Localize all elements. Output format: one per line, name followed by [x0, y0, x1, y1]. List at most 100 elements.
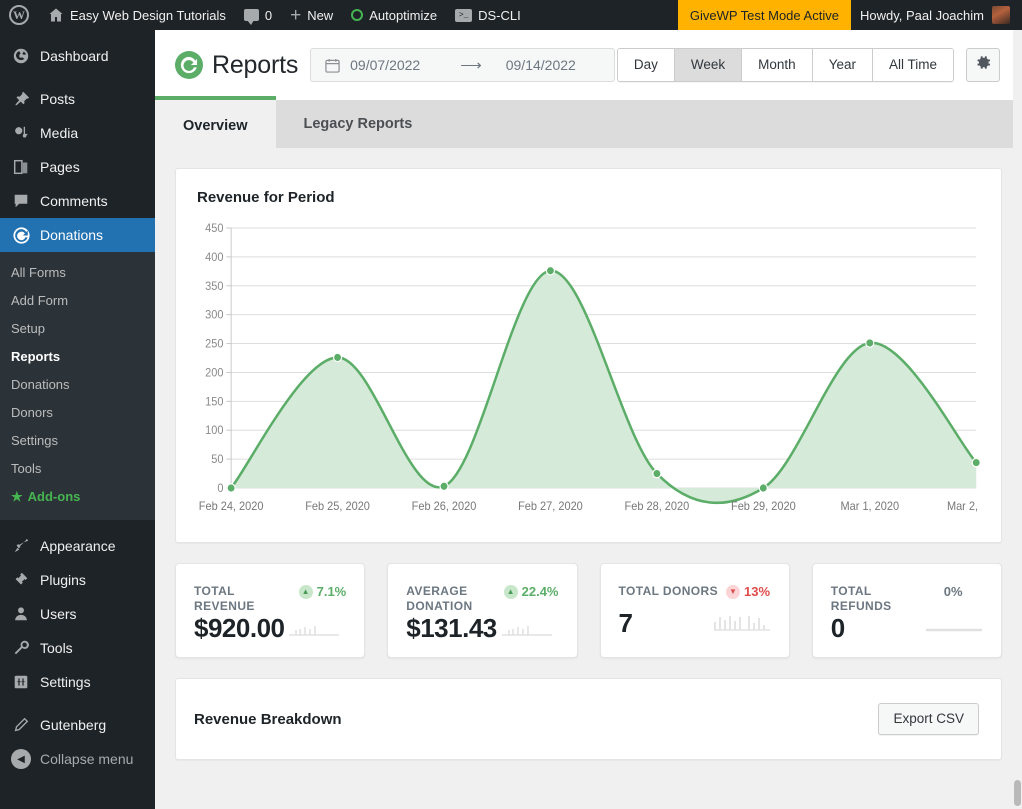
submenu-item-reports[interactable]: Reports	[0, 343, 155, 371]
range-button-year[interactable]: Year	[812, 49, 873, 81]
gear-icon	[975, 54, 992, 76]
stat-value: 7	[618, 608, 633, 638]
sidebar-item-appearance[interactable]: Appearance	[0, 529, 155, 563]
submenu-item-donors[interactable]: Donors	[0, 399, 155, 427]
stat-card-total-donors: TOTAL DONORS ▼ 13% 7	[599, 563, 790, 658]
tab-overview[interactable]: Overview	[155, 96, 276, 148]
stat-label: TOTAL REVENUE	[194, 584, 255, 613]
sidebar-item-donations[interactable]: Donations	[0, 218, 163, 252]
site-name-menu[interactable]: Easy Web Design Tutorials	[39, 0, 235, 30]
sidebar-item-comments[interactable]: Comments	[0, 184, 155, 218]
account-menu[interactable]: Howdy, Paal Joachim	[851, 0, 1022, 30]
date-end-value: 09/14/2022	[505, 57, 576, 73]
sidebar-item-label: Tools	[40, 640, 73, 656]
chart-ytick-label: 200	[205, 367, 223, 379]
chart-ytick-label: 150	[205, 396, 223, 408]
range-button-week[interactable]: Week	[674, 49, 743, 81]
stat-delta-value: 0%	[943, 584, 963, 599]
ds-cli-label: DS-CLI	[478, 7, 521, 23]
chart-ytick-label: 450	[205, 223, 223, 235]
revenue-chart[interactable]: 0 50 100 150 200 250 300 350 400 450 Feb 24, 2020 F…	[191, 218, 981, 528]
stat-bottom: 0	[831, 614, 983, 642]
new-content-menu[interactable]: + New	[281, 0, 342, 30]
submenu-item-all-forms[interactable]: All Forms	[0, 259, 155, 287]
submenu-item-donations[interactable]: Donations	[0, 371, 155, 399]
givewp-icon	[11, 225, 31, 245]
chart-data-point[interactable]	[226, 483, 236, 493]
chart-ytick-label: 100	[205, 425, 223, 437]
wordpress-logo-button[interactable]	[0, 0, 39, 30]
stat-head: TOTAL REVENUE ▲ 7.1%	[194, 584, 346, 614]
revenue-breakdown-card: Revenue Breakdown Export CSV	[175, 678, 1002, 760]
test-mode-badge[interactable]: GiveWP Test Mode Active	[677, 0, 851, 30]
submenu-item-setup[interactable]: Setup	[0, 315, 155, 343]
admin-bar-spacer	[530, 0, 678, 30]
sidebar-item-users[interactable]: Users	[0, 597, 155, 631]
stat-card-total-refunds: TOTAL REFUNDS 0% 0	[811, 563, 1002, 658]
chart-xtick-label: Feb 29, 2020	[731, 501, 796, 513]
tab-legacy-reports[interactable]: Legacy Reports	[275, 100, 441, 148]
comments-icon	[11, 191, 31, 211]
submenu-item-tools[interactable]: Tools	[0, 455, 155, 483]
sidebar-item-pages[interactable]: Pages	[0, 150, 155, 184]
chart-ytick-label: 400	[205, 252, 223, 264]
sidebar-item-dashboard[interactable]: Dashboard	[0, 39, 155, 73]
autoptimize-label: Autoptimize	[369, 7, 438, 23]
settings-gear-button[interactable]	[966, 48, 1000, 82]
sidebar-item-gutenberg[interactable]: Gutenberg	[0, 708, 155, 742]
ds-cli-menu[interactable]: >_ DS-CLI	[446, 0, 530, 30]
home-icon	[48, 7, 64, 23]
submenu-item-settings[interactable]: Settings	[0, 427, 155, 455]
scrollbar-thumb[interactable]	[1014, 780, 1021, 806]
terminal-icon: >_	[455, 8, 473, 22]
sparkline-total-refunds	[925, 621, 983, 642]
chart-data-point[interactable]	[865, 338, 875, 348]
autoptimize-menu[interactable]: Autoptimize	[342, 0, 446, 30]
collapse-menu-button[interactable]: ◀ Collapse menu	[0, 742, 155, 776]
chart-data-point[interactable]	[758, 483, 768, 493]
sidebar-item-posts[interactable]: Posts	[0, 82, 155, 116]
stat-card-total-revenue: TOTAL REVENUE ▲ 7.1% $920.00	[175, 563, 366, 658]
page-scrollbar[interactable]	[1013, 30, 1022, 809]
chart-xtick-label: Mar 1, 2020	[840, 501, 899, 513]
chart-xtick-label: Feb 27, 2020	[518, 501, 583, 513]
chart-data-point[interactable]	[971, 457, 981, 468]
sidebar-item-label: Users	[40, 606, 77, 622]
sidebar-item-label: Gutenberg	[40, 717, 107, 733]
sidebar-item-tools[interactable]: Tools	[0, 631, 155, 665]
wordpress-icon	[9, 5, 29, 25]
sidebar-item-settings[interactable]: Settings	[0, 665, 155, 699]
date-start-value: 09/07/2022	[350, 57, 421, 73]
dashboard-icon	[11, 46, 31, 66]
main-content: Reports 09/07/2022 ⟶ 09/14/2022 Day Week…	[155, 30, 1022, 809]
stat-delta-value: 22.4%	[521, 584, 559, 599]
sidebar-item-media[interactable]: Media	[0, 116, 155, 150]
appearance-icon	[11, 536, 31, 556]
chart-data-point[interactable]	[545, 265, 556, 276]
plus-icon: +	[290, 4, 302, 26]
range-button-day[interactable]: Day	[617, 49, 675, 81]
revenue-breakdown-title: Revenue Breakdown	[194, 710, 342, 728]
chart-data-point[interactable]	[332, 352, 343, 363]
chart-ytick-label: 300	[205, 309, 223, 321]
pages-icon	[11, 157, 31, 177]
sidebar-item-plugins[interactable]: Plugins	[0, 563, 155, 597]
comments-menu[interactable]: 0	[235, 0, 281, 30]
stat-bottom: $920.00	[194, 614, 346, 642]
chart-data-point[interactable]	[439, 481, 449, 492]
admin-sidebar: Dashboard Posts Media Pages Comments Don…	[0, 30, 163, 809]
sidebar-gap-2	[0, 520, 155, 529]
stat-bottom: 7	[619, 609, 771, 637]
range-button-month[interactable]: Month	[742, 49, 813, 81]
new-label: New	[307, 7, 334, 23]
chart-data-point[interactable]	[652, 468, 662, 479]
chart-xtick-label: Feb 24, 2020	[199, 501, 264, 513]
collapse-arrow-icon: ◀	[11, 749, 31, 769]
export-csv-button[interactable]: Export CSV	[878, 703, 979, 735]
collapse-menu-label: Collapse menu	[40, 751, 134, 767]
date-range-picker[interactable]: 09/07/2022 ⟶ 09/14/2022	[310, 48, 616, 82]
submenu-item-add-form[interactable]: Add Form	[0, 287, 155, 315]
range-button-all-time[interactable]: All Time	[872, 49, 953, 81]
submenu-item-addons[interactable]: ★ Add-ons	[0, 483, 155, 511]
date-arrow-icon: ⟶	[460, 57, 482, 74]
